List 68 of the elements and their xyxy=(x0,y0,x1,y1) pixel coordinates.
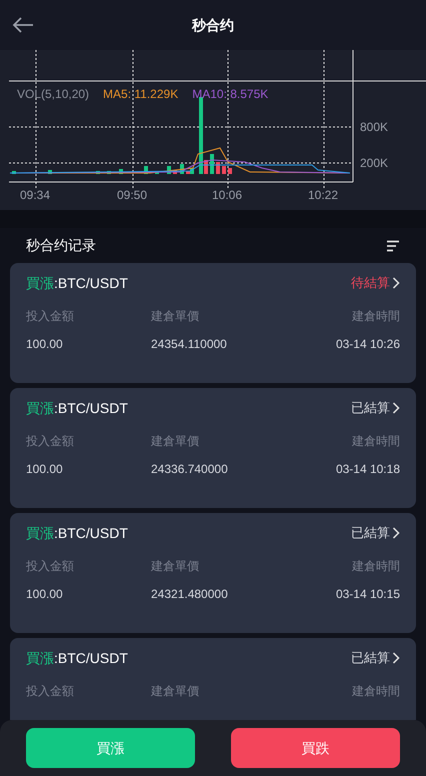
record-value: 03-14 10:18 xyxy=(336,461,400,478)
time-label: 09:34 xyxy=(20,187,50,204)
volume-bar xyxy=(119,169,123,174)
record-value: 100.00 xyxy=(26,336,64,353)
record-value: 24321.480000 xyxy=(151,586,229,603)
record-value: 03-14 10:15 xyxy=(336,586,400,603)
status-label: 已結算 xyxy=(351,524,390,542)
chevron-icon xyxy=(392,652,400,664)
chevron-icon xyxy=(392,402,400,414)
pair-label: :BTC/USDT xyxy=(54,648,128,668)
time-label: 10:22 xyxy=(308,187,338,204)
column-label: 投入金額 xyxy=(26,683,75,700)
status-label: 已結算 xyxy=(351,399,390,418)
volume-bar xyxy=(96,171,100,174)
direction-label: 買漲 xyxy=(26,648,54,668)
record-card[interactable]: 買漲:BTC/USDT 已結算 投入金額 建倉單價 建倉時間 xyxy=(10,638,416,720)
record-card[interactable]: 買漲:BTC/USDT 已結算 投入金額 建倉單價 建倉時間 100.00 24321.480000 03-14 10:15 xyxy=(10,513,416,633)
column-label: 建倉時間 xyxy=(352,433,400,450)
chevron-icon xyxy=(392,277,400,289)
column-label: 建倉單價 xyxy=(151,308,200,325)
axis-label: 800K xyxy=(360,119,388,136)
ma10-label: MA10: 8.575K xyxy=(192,86,268,103)
volume-bar xyxy=(210,154,214,174)
status-label: 待結算 xyxy=(351,274,390,292)
volume-bar xyxy=(173,170,177,174)
record-value: 100.00 xyxy=(26,461,64,478)
buy-down-button[interactable]: 買跌 xyxy=(231,728,400,768)
time-label: 09:50 xyxy=(117,187,148,204)
column-label: 建倉單價 xyxy=(151,558,200,575)
axis-label: 200K xyxy=(360,155,388,172)
column-label: 建倉單價 xyxy=(151,433,200,450)
column-label: 建倉時間 xyxy=(352,308,400,325)
volume-bar xyxy=(180,164,184,174)
chevron-icon xyxy=(392,527,400,539)
record-value: 03-14 10:26 xyxy=(336,336,400,353)
volume-bar xyxy=(48,170,52,174)
volume-bar xyxy=(228,168,232,174)
column-label: 投入金額 xyxy=(26,433,75,450)
direction-label: 買漲 xyxy=(26,274,54,292)
column-label: 建倉單價 xyxy=(151,683,200,700)
volume-bar xyxy=(167,166,171,174)
direction-label: 買漲 xyxy=(26,524,54,542)
pair-label: :BTC/USDT xyxy=(54,524,128,542)
volume-bar xyxy=(216,162,220,174)
volume-bar xyxy=(12,171,16,174)
record-value: 24336.740000 xyxy=(151,461,229,478)
pair-label: :BTC/USDT xyxy=(54,398,128,418)
back-arrow-icon[interactable] xyxy=(12,16,34,34)
volume-bar xyxy=(144,166,148,174)
record-card[interactable]: 買漲:BTC/USDT 待結算 投入金額 建倉單價 建倉時間 100.00 24354.110000 03-14 10:26 xyxy=(10,263,416,383)
record-value: 24354.110000 xyxy=(151,336,228,353)
filter-icon[interactable] xyxy=(386,240,400,252)
page-title: 秒合约 xyxy=(192,16,234,34)
pair-label: :BTC/USDT xyxy=(54,274,128,292)
status-label: 已結算 xyxy=(351,649,390,668)
time-label: 10:06 xyxy=(212,187,242,204)
volume-bar xyxy=(222,166,226,174)
section-title: 秒合约记录 xyxy=(26,236,96,255)
ma5-label: MA5: 11.229K xyxy=(103,86,178,103)
column-label: 投入金額 xyxy=(26,558,75,575)
volume-bar xyxy=(107,171,111,174)
indicator-label: VOL(5,10,20) xyxy=(17,86,90,103)
record-value: 100.00 xyxy=(26,586,64,603)
column-label: 建倉時間 xyxy=(352,683,400,700)
column-label: 投入金額 xyxy=(26,308,75,325)
direction-label: 買漲 xyxy=(26,398,54,418)
column-label: 建倉時間 xyxy=(352,558,400,575)
record-card[interactable]: 買漲:BTC/USDT 已結算 投入金額 建倉單價 建倉時間 100.00 24336.740000 03-14 10:18 xyxy=(10,388,416,508)
